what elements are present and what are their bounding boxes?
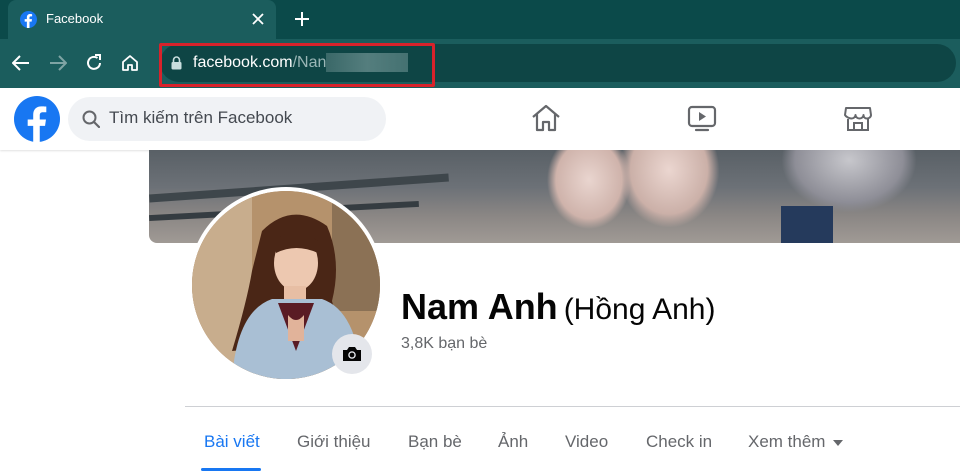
tab-photos[interactable]: Ảnh: [498, 432, 528, 452]
cover-detail: [781, 206, 833, 243]
camera-icon[interactable]: [332, 334, 372, 374]
watch-icon[interactable]: [686, 102, 718, 134]
tab-more[interactable]: Xem thêm: [748, 432, 844, 452]
close-tab-icon[interactable]: [246, 7, 270, 31]
tab-friends[interactable]: Bạn bè: [408, 432, 462, 452]
forward-arrow-icon[interactable]: [45, 50, 71, 76]
browser-tab[interactable]: Facebook: [8, 0, 276, 39]
back-arrow-icon[interactable]: [8, 50, 34, 76]
browser-toolbar: facebook.com/Nan: [0, 39, 960, 88]
tab-posts[interactable]: Bài viết: [204, 432, 260, 452]
search-icon: [82, 110, 100, 128]
profile-tabs: Bài viết Giới thiệu Bạn bè Ảnh Video Che…: [185, 407, 960, 471]
tab-more-label: Xem thêm: [748, 432, 826, 451]
new-tab-icon[interactable]: [290, 7, 314, 31]
facebook-favicon-icon: [20, 11, 37, 28]
chevron-down-icon: [833, 439, 844, 446]
tab-videos[interactable]: Video: [565, 432, 608, 452]
search-input[interactable]: [109, 108, 369, 128]
browser-tab-bar: Facebook: [0, 0, 960, 39]
home-browser-icon[interactable]: [117, 50, 143, 76]
facebook-header: [0, 88, 960, 150]
marketplace-icon[interactable]: [842, 102, 874, 134]
tab-about[interactable]: Giới thiệu: [297, 432, 371, 452]
url-highlight-box: [159, 43, 435, 87]
search-box[interactable]: [68, 97, 386, 141]
profile-alt-name: (Hồng Anh): [563, 293, 716, 326]
facebook-logo-icon[interactable]: [14, 96, 60, 142]
profile-name: Nam Anh (Hồng Anh): [401, 286, 715, 328]
profile-name-main: Nam Anh: [401, 286, 558, 327]
home-icon[interactable]: [530, 102, 562, 134]
tab-title: Facebook: [46, 11, 104, 26]
tab-checkins[interactable]: Check in: [646, 432, 712, 452]
reload-icon[interactable]: [81, 50, 107, 76]
friend-count[interactable]: 3,8K bạn bè: [401, 335, 487, 353]
